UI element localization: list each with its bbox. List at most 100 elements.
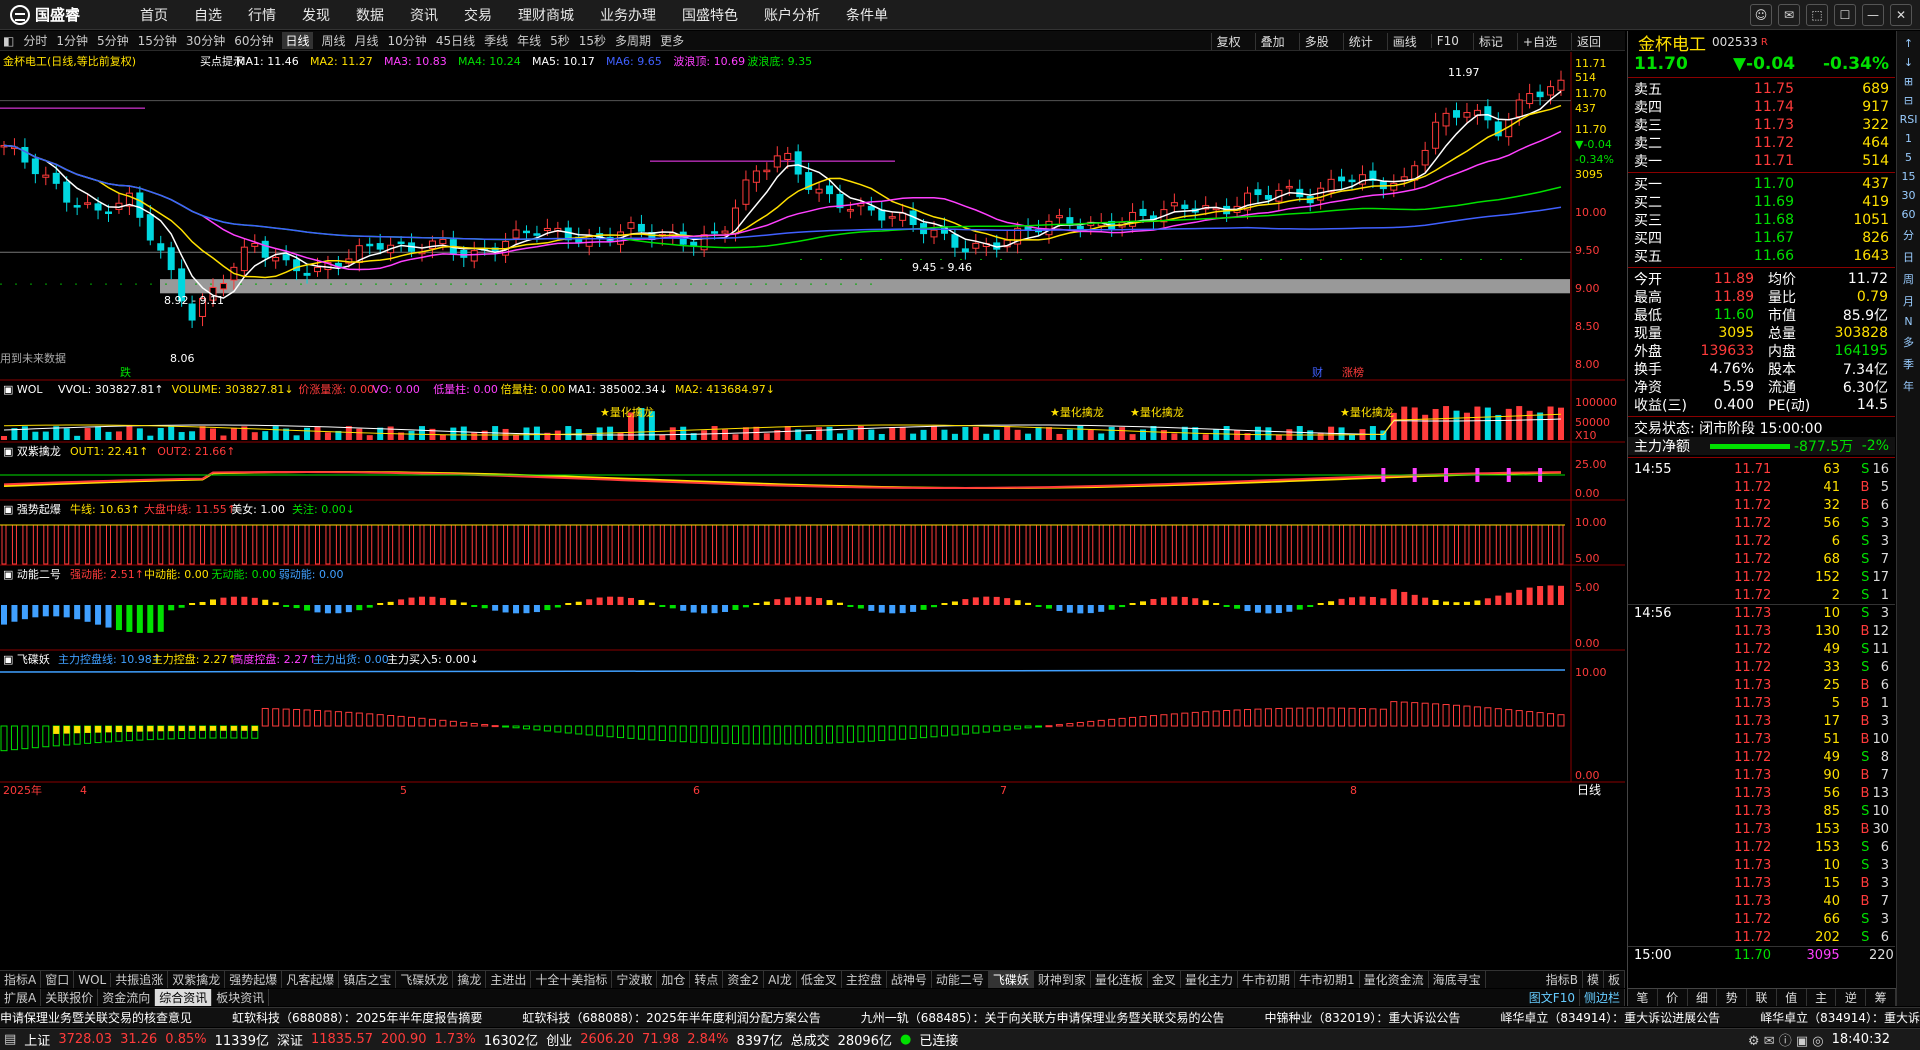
chart-tool-button[interactable]: 画线 [1386,32,1422,50]
indicator-tab[interactable]: 加仓 [657,971,691,988]
indicator-tab[interactable]: 战神号 [887,971,932,988]
indicator-tab[interactable]: 海底寻宝 [1429,971,1486,988]
chart-tool-button[interactable]: +自选 [1516,32,1562,50]
news-ticker[interactable]: 申请保理业务暨关联交易的核查意见 虹软科技（688088）：2025年半年度报告摘… [0,1007,1920,1027]
sidebar-button[interactable]: ↑ [1904,37,1913,50]
quote-tab[interactable]: 细 [1688,989,1718,1006]
indicator-tab[interactable]: 资金2 [723,971,765,988]
sidebar-button[interactable]: 多 [1903,334,1914,350]
indicator-tab[interactable]: 双紫擒龙 [168,971,226,988]
menu-item[interactable]: 国盛特色 [682,5,738,25]
indicator-tab[interactable]: 主进出 [486,971,532,988]
ask-row[interactable]: 卖三 11.73 322 [1628,116,1895,134]
bid-row[interactable]: 买四 11.67 826 [1628,229,1895,247]
ask-row[interactable]: 卖五 11.75 689 [1628,80,1895,98]
window-button-icon[interactable]: ☺ [1750,4,1772,26]
ext-right-tab[interactable]: 侧边栏 [1580,989,1625,1006]
indicator-tab-right[interactable]: 模 [1583,971,1604,988]
chart-tool-button[interactable]: 多股 [1298,32,1334,50]
news-item[interactable]: 虹软科技（688088）：2025年半年度利润分配方案公告 [522,1009,820,1026]
news-item[interactable]: 中锦种业（832019）：重大诉讼公告 [1265,1009,1461,1026]
menu-item[interactable]: 理财商城 [518,5,574,25]
quote-tab[interactable]: 笔 [1628,989,1658,1006]
indicator-tab[interactable]: 飞碟妖龙 [396,971,454,988]
sidebar-button[interactable]: RSI [1900,113,1918,126]
period-tab[interactable]: 年线 [517,32,541,49]
chart-tool-button[interactable]: 统计 [1342,32,1378,50]
menu-item[interactable]: 自选 [194,5,222,25]
bid-row[interactable]: 买一 11.70 437 [1628,175,1895,193]
menu-item[interactable]: 资讯 [410,5,438,25]
bid-row[interactable]: 买三 11.68 1051 [1628,211,1895,229]
indicator-tab[interactable]: 指标A [0,971,42,988]
sidebar-button[interactable]: 年 [1903,378,1914,394]
indicator-tab-right[interactable]: 板 [1604,971,1625,988]
indicator-tab[interactable]: 擒龙 [453,971,487,988]
kline-chart[interactable]: 金杯电工(日线,等比前复权) 买点提示MA1: 11.46 MA2: 11.27 MA… [0,52,1625,970]
period-tab[interactable]: 5分钟 [97,32,129,49]
net-inflow-row[interactable]: 主力净额 -877.5万 -2% [1628,437,1895,455]
quote-tab[interactable]: 筹 [1866,989,1897,1006]
menu-item[interactable]: 账户分析 [764,5,820,25]
indicator-tab[interactable]: AI龙 [764,971,797,988]
ask-row[interactable]: 卖一 11.71 514 [1628,152,1895,170]
period-tab[interactable]: 周线 [322,32,346,49]
sz-label[interactable]: 深证 [277,1030,303,1049]
window-button-icon[interactable]: ⬚ [1806,4,1828,26]
indicator-tab[interactable]: WOL [74,972,112,987]
sidebar-button[interactable]: ⊟ [1904,94,1913,107]
chart-tool-button[interactable]: 叠加 [1254,32,1290,50]
quote-tab[interactable]: 价 [1658,989,1688,1006]
menu-item[interactable]: 数据 [356,5,384,25]
app-logo[interactable]: 国盛睿 [0,0,120,30]
chart-tool-button[interactable]: 返回 [1570,32,1606,50]
indicator-tab[interactable]: 转点 [690,971,724,988]
indicator-tab[interactable]: 量化资金流 [1360,971,1429,988]
sidebar-button[interactable]: 月 [1903,293,1914,309]
period-tab[interactable]: 季线 [484,32,508,49]
indicator-tab[interactable]: 共振追涨 [111,971,169,988]
sidebar-button[interactable]: 季 [1903,356,1914,372]
menu-item[interactable]: 条件单 [846,5,888,25]
bid-row[interactable]: 买五 11.66 1643 [1628,247,1895,265]
indicator-tab[interactable]: 牛市初期1 [1295,971,1360,988]
quote-tab[interactable]: 势 [1717,989,1748,1006]
sidebar-button[interactable]: 周 [1903,271,1914,287]
quote-tab[interactable]: 主 [1807,989,1837,1006]
period-tab[interactable]: 多周期 [615,32,651,49]
indicator-tab[interactable]: 镇店之宝 [339,971,397,988]
period-tab[interactable]: 45日线 [436,32,475,49]
menu-item[interactable]: 首页 [140,5,168,25]
menu-item[interactable]: 行情 [248,5,276,25]
indicator-tab[interactable]: 宁波敢 [612,971,658,988]
quote-tab[interactable]: 逆 [1836,989,1867,1006]
indicator-tab[interactable]: 低金叉 [797,971,842,988]
ext-tab[interactable]: 综合资讯 [155,989,213,1006]
ext-tab[interactable]: 板块资讯 [212,989,270,1006]
indicator-tab[interactable]: 强势起爆 [225,971,283,988]
ext-tab[interactable]: 关联报价 [41,989,99,1006]
indicator-tab[interactable]: 十全十美指标 [531,971,613,988]
indicator-tab[interactable]: 主控盘 [842,971,887,988]
indicator-tab[interactable]: 金叉 [1148,971,1181,988]
sidebar-button[interactable]: 15 [1902,170,1916,183]
news-item[interactable]: 峄华卓立（834914）：重大诉讼 [1760,1009,1920,1026]
ext-tab[interactable]: 扩展A [0,989,42,1006]
indicator-tab[interactable]: 飞碟妖 [988,971,1034,988]
period-tab[interactable]: 60分钟 [234,32,273,49]
sh-label[interactable]: 上证 [24,1030,50,1049]
chart-area[interactable]: 金杯电工(日线,等比前复权) 买点提示 MA1: 11.46 MA2: 11.27 MA… [0,52,1625,954]
period-tab[interactable]: 日线 [282,32,313,49]
news-item[interactable]: 峄华卓立（834914）：重大诉讼进展公告 [1500,1009,1720,1026]
cy-label[interactable]: 创业 [546,1030,572,1049]
indicator-tab[interactable]: 财神到家 [1034,971,1091,988]
indicator-tab-right[interactable]: 指标B [1542,971,1583,988]
bid-row[interactable]: 买二 11.69 419 [1628,193,1895,211]
indicator-tab[interactable]: 量化主力 [1181,971,1238,988]
indicator-tab[interactable]: 凡客起爆 [282,971,340,988]
period-tab[interactable]: 更多 [660,32,684,49]
tick-list[interactable]: 14:55 11.71 63 S 16 11.72 41 B 5 11.72 32 B 6 11.72 56… [1628,460,1895,964]
period-tab[interactable]: 5秒 [550,32,570,49]
period-tab[interactable]: 分时 [23,32,47,49]
news-item[interactable]: 九州一轨（688485）：关于向关联方申请保理业务暨关联交易的公告 [861,1009,1225,1026]
